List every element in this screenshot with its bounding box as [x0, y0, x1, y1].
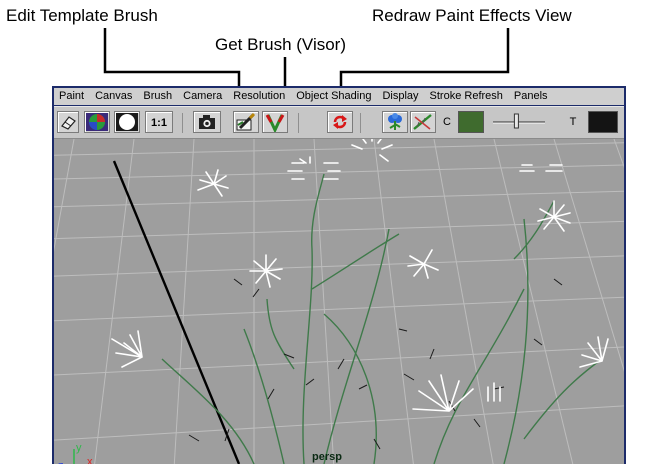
seed-head: [111, 330, 143, 368]
seed-head: [412, 374, 474, 412]
redraw-icon: [333, 115, 347, 129]
flower-brush-icon: [388, 113, 402, 130]
clear-canvas-button[interactable]: [114, 111, 140, 133]
menu-resolution[interactable]: Resolution: [228, 88, 291, 105]
toolbar-separator: [298, 113, 299, 133]
seed-head: [519, 164, 563, 172]
transparency-swatch-fill: [589, 112, 617, 132]
seed-head: [537, 200, 571, 232]
slider-track: [493, 113, 545, 129]
edit-template-brush-icon: [236, 112, 256, 131]
menu-bar: Paint Canvas Brush Camera Resolution Obj…: [54, 88, 624, 105]
camera-icon: [199, 115, 215, 129]
get-brush-icon: [265, 114, 285, 134]
menu-object-shading[interactable]: Object Shading: [291, 88, 377, 105]
slider-thumb: [513, 113, 519, 129]
transparency-label: T: [569, 116, 577, 128]
edit-template-brush-button[interactable]: [233, 111, 259, 133]
menu-camera[interactable]: Camera: [178, 88, 228, 105]
seed-head: [197, 169, 229, 197]
flower-brush-button[interactable]: [382, 111, 408, 133]
color-label: C: [443, 116, 451, 128]
seed-head: [249, 254, 283, 288]
shaded-sphere-icon: [86, 113, 108, 131]
transparency-slider[interactable]: [490, 111, 548, 133]
menu-display[interactable]: Display: [377, 88, 424, 105]
wireframe-brush-button[interactable]: [410, 111, 436, 133]
eraser-icon: [61, 116, 76, 130]
shaded-mode-button[interactable]: [84, 111, 110, 133]
grid-axis-line: [112, 160, 241, 464]
axis-x-label: x: [87, 456, 93, 464]
toolbar-separator: [360, 113, 361, 133]
menu-stroke-refresh[interactable]: Stroke Refresh: [425, 88, 509, 105]
toolbar: 1:1 C T: [54, 106, 624, 139]
camera-label: persp: [312, 451, 342, 463]
transparency-swatch[interactable]: [588, 111, 618, 133]
get-brush-button[interactable]: [262, 111, 288, 134]
dandelion-seed-heads: [111, 139, 609, 412]
redraw-view-button[interactable]: [327, 111, 353, 133]
eraser-button[interactable]: [57, 111, 79, 133]
menu-brush[interactable]: Brush: [138, 88, 178, 105]
persp-viewport[interactable]: y x z persp: [54, 139, 624, 464]
ratio-button[interactable]: 1:1: [145, 111, 173, 133]
seed-head: [487, 382, 501, 402]
axis-y-label: y: [76, 442, 82, 454]
seed-head: [287, 156, 341, 180]
paint-effects-window: Paint Canvas Brush Camera Resolution Obj…: [52, 86, 626, 464]
white-circle-icon: [116, 113, 138, 131]
snapshot-button[interactable]: [193, 111, 221, 133]
color-swatch-fill: [459, 112, 483, 132]
axis-z-label: z: [58, 460, 64, 464]
seed-head: [407, 249, 439, 279]
wireframe-brush-icon: [413, 114, 432, 130]
color-swatch[interactable]: [458, 111, 484, 133]
toolbar-separator: [182, 113, 183, 133]
menu-panels[interactable]: Panels: [509, 88, 554, 105]
grid: [54, 139, 624, 464]
seed-head: [579, 336, 609, 368]
seed-head: [351, 139, 393, 162]
viewport-scene: y x z: [54, 139, 624, 464]
menu-paint[interactable]: Paint: [54, 88, 90, 105]
menu-canvas[interactable]: Canvas: [90, 88, 138, 105]
